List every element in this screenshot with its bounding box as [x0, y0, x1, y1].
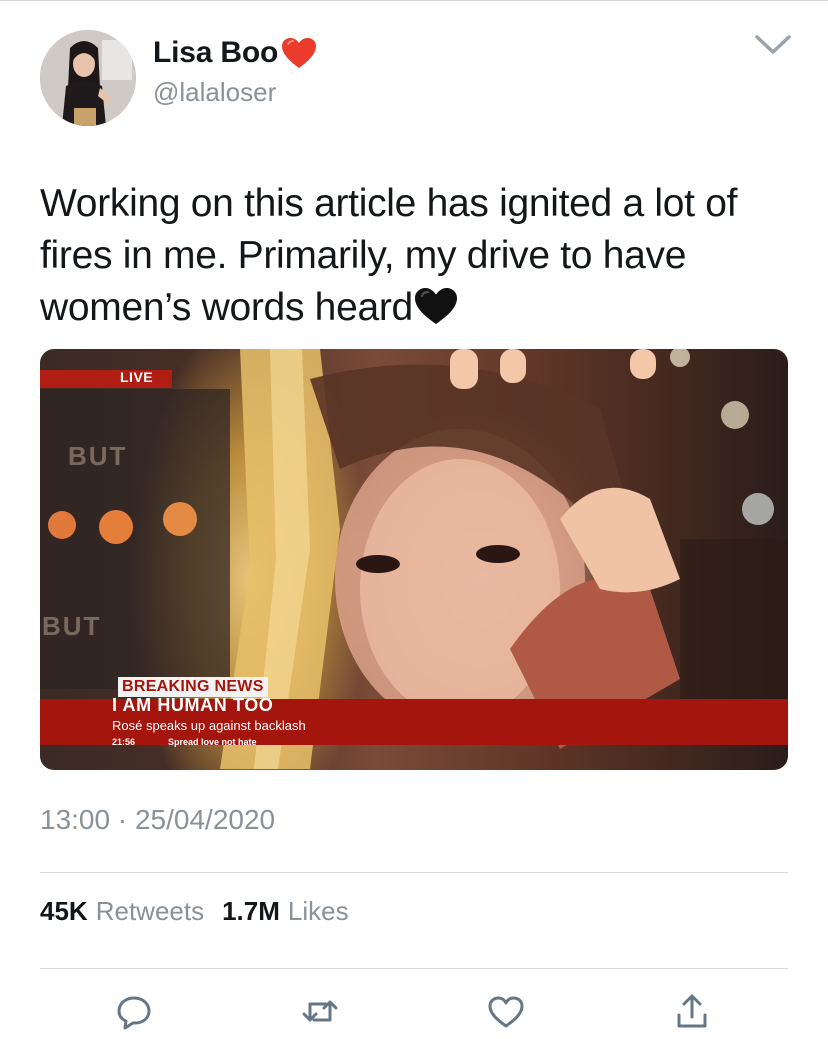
- retweets-count: 45K: [40, 896, 88, 926]
- tweet-date: 25/04/2020: [134, 804, 276, 835]
- background-text: BUT: [68, 441, 128, 471]
- display-name[interactable]: Lisa Boo: [153, 36, 278, 70]
- live-label: LIVE: [120, 369, 154, 385]
- divider: [40, 872, 788, 873]
- tweet-body: Working on this article has ignited a lo…: [40, 182, 738, 329]
- chevron-down-icon[interactable]: [753, 33, 793, 57]
- avatar[interactable]: [40, 30, 136, 126]
- tweet-timestamp[interactable]: 13:00 · 25/04/2020: [40, 804, 275, 836]
- red-heart-icon: [280, 36, 318, 70]
- divider: [40, 968, 788, 969]
- like-icon[interactable]: [484, 990, 528, 1034]
- news-subheadline: Rosé speaks up against backlash: [112, 718, 306, 733]
- background-text: BUT: [42, 611, 102, 641]
- name-row: Lisa Boo: [153, 33, 318, 73]
- likes-count: 1.7M: [222, 896, 280, 926]
- media-image[interactable]: LIVE BUT BUT BREAKING NEWS I AM HUMAN TO…: [40, 349, 788, 770]
- share-icon[interactable]: [670, 990, 714, 1034]
- ticker-text: Spread love not hate: [168, 737, 257, 747]
- breaking-news-tag: BREAKING NEWS: [118, 677, 268, 697]
- user-handle[interactable]: @lalaloser: [153, 77, 276, 108]
- likes-label: Likes: [287, 896, 349, 926]
- news-headline: I AM HUMAN TOO: [112, 695, 274, 715]
- black-heart-icon: [413, 286, 459, 326]
- retweets-stat[interactable]: 45K Retweets: [40, 896, 204, 927]
- tweet-text: Working on this article has ignited a lo…: [40, 178, 800, 334]
- retweet-icon[interactable]: [298, 990, 342, 1034]
- top-border: [0, 0, 828, 1]
- action-bar: [0, 990, 828, 1034]
- retweets-label: Retweets: [95, 896, 205, 926]
- likes-stat[interactable]: 1.7M Likes: [222, 896, 349, 927]
- ticker-time: 21:56: [112, 737, 136, 747]
- timestamp-separator: ·: [117, 804, 128, 835]
- tweet-stats: 45K Retweets 1.7M Likes: [40, 896, 349, 927]
- avatar-photo: [40, 30, 136, 126]
- reply-icon[interactable]: [112, 990, 156, 1034]
- tweet-time: 13:00: [40, 804, 111, 835]
